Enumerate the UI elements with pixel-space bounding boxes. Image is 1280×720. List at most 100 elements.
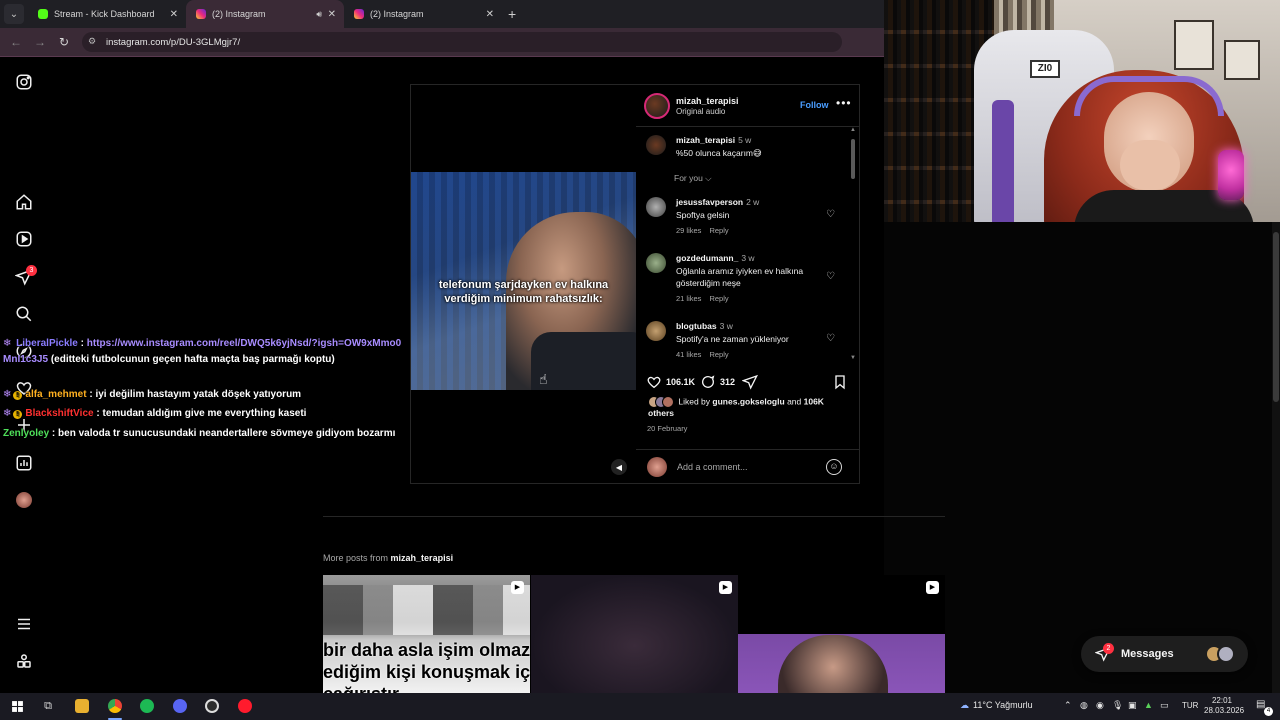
reel-video[interactable]: telefonum şarjdayken ev halkına verdiğim… xyxy=(411,85,636,483)
chrome-icon[interactable] xyxy=(107,698,123,714)
obs-icon[interactable] xyxy=(204,698,220,714)
comment-like-heart-icon[interactable]: ♡ xyxy=(826,333,835,344)
tray-app-icon[interactable]: ▲ xyxy=(1144,700,1153,710)
reply-button[interactable]: Reply xyxy=(709,226,728,235)
add-comment-input[interactable]: Add a comment... xyxy=(677,462,748,472)
speaker-icon[interactable]: 🔊︎ xyxy=(316,9,322,20)
comment-meta: 29 likes Reply xyxy=(676,226,737,235)
network-icon[interactable]: ▭ xyxy=(1160,700,1169,711)
comments-scrollbar[interactable]: ▲ ▼ xyxy=(849,127,857,363)
back-arrow-icon[interactable]: ← xyxy=(4,35,28,49)
input-language[interactable]: TUR xyxy=(1182,701,1198,710)
caption-age: 5 w xyxy=(738,135,752,145)
emoji-icon[interactable]: ☺ xyxy=(826,459,842,475)
also-from-meta-icon[interactable] xyxy=(14,651,34,671)
task-view-icon[interactable]: ⧉ xyxy=(40,698,56,714)
liked-by-text: Liked by gunes.gokseloglu and 106K other… xyxy=(648,396,848,419)
tab-close-icon[interactable]: ✕ xyxy=(170,9,178,20)
menu-icon[interactable] xyxy=(14,614,34,634)
comment-username[interactable]: gozdedumann_ 3 w xyxy=(676,253,755,263)
comment-likes[interactable]: 41 likes xyxy=(676,350,701,359)
tray-app-icon[interactable]: ◉ xyxy=(1096,700,1104,711)
dashboard-icon[interactable] xyxy=(14,453,34,473)
url-field[interactable]: ⚙ instagram.com/p/DU-3GLMgjr7/ xyxy=(82,32,842,52)
reels-icon[interactable] xyxy=(14,229,34,249)
tab-close-icon[interactable]: ✕ xyxy=(328,9,336,20)
microphone-tray-icon[interactable]: 🎙︎ xyxy=(1112,700,1123,711)
page-scrollbar-thumb[interactable] xyxy=(1273,232,1279,402)
profile-avatar[interactable] xyxy=(14,490,34,510)
comment-username[interactable]: blogtubas 3 w xyxy=(676,321,733,331)
discord-icon[interactable] xyxy=(172,698,188,714)
weather-widget[interactable]: ☁ 11°C Yağmurlu xyxy=(960,700,1033,711)
post-side-panel: mizah_terapisi Original audio Follow •••… xyxy=(636,85,859,483)
scroll-down-icon[interactable]: ▼ xyxy=(850,355,856,361)
tab-instagram[interactable]: (2) Instagram ✕ xyxy=(344,0,502,28)
browser-tab-bar: ⌄ Stream - Kick Dashboard ✕ (2) Instagra… xyxy=(0,0,884,28)
instagram-icon xyxy=(354,9,364,19)
commenter-avatar[interactable] xyxy=(646,321,666,341)
reload-icon[interactable]: ↻ xyxy=(52,35,76,49)
comment-likes[interactable]: 21 likes xyxy=(676,294,701,303)
messages-button[interactable]: 2 Messages xyxy=(1081,636,1248,672)
chat-text: temudan aldığım give me everything kaset… xyxy=(102,408,307,419)
site-info-icon[interactable]: ⚙ xyxy=(88,36,100,48)
tab-kick-dashboard[interactable]: Stream - Kick Dashboard ✕ xyxy=(28,0,186,28)
comment-button[interactable]: 312 xyxy=(700,374,735,390)
author-avatar[interactable] xyxy=(644,92,670,119)
page-scrollbar[interactable] xyxy=(1272,222,1280,693)
forward-arrow-icon[interactable]: → xyxy=(28,35,52,49)
comment-like-heart-icon[interactable]: ♡ xyxy=(826,209,835,220)
home-icon[interactable] xyxy=(14,192,34,212)
more-post-thumbnail[interactable]: ▶ xyxy=(531,575,738,693)
tray-app-icon[interactable]: ◍ xyxy=(1080,700,1088,711)
clock[interactable]: 22:01 28.03.2026 xyxy=(1204,696,1244,716)
commenter-avatar[interactable] xyxy=(646,253,666,273)
comment-username[interactable]: jesussfavperson 2 w xyxy=(676,197,759,207)
volume-icon[interactable]: ◀︎ xyxy=(611,459,627,475)
caption-username[interactable]: mizah_terapisi 5 w xyxy=(676,135,751,145)
chat-message: Zenlyoley : ben valoda tr sunucusundaki … xyxy=(3,426,403,442)
caption-username-text: mizah_terapisi xyxy=(676,135,736,145)
author-avatar[interactable] xyxy=(646,135,666,155)
comment-likes[interactable]: 29 likes xyxy=(676,226,701,235)
liked-by-user[interactable]: gunes.gokseloglu xyxy=(712,396,784,406)
scroll-up-icon[interactable]: ▲ xyxy=(850,127,856,133)
commenter-avatar[interactable] xyxy=(646,197,666,217)
more-options-icon[interactable]: ••• xyxy=(836,96,852,110)
file-explorer-icon[interactable] xyxy=(74,698,90,714)
comment-sort-dropdown[interactable]: For you ⌵ xyxy=(674,173,712,184)
more-post-thumbnail[interactable]: ▶ xyxy=(738,575,945,693)
search-icon[interactable] xyxy=(14,304,34,324)
share-button[interactable] xyxy=(742,374,762,390)
messages-badge: 2 xyxy=(1103,643,1114,654)
spotify-icon[interactable] xyxy=(139,698,155,714)
tab-close-icon[interactable]: ✕ xyxy=(486,9,494,20)
audio-label[interactable]: Original audio xyxy=(676,107,739,116)
save-button[interactable] xyxy=(832,374,852,390)
comment-username-text: blogtubas xyxy=(676,321,717,331)
tab-instagram-active[interactable]: (2) Instagram 🔊︎ ✕ xyxy=(186,0,344,28)
tray-chevron-icon[interactable]: ⌃ xyxy=(1064,700,1072,711)
streamer xyxy=(1034,70,1254,222)
comments-list[interactable]: mizah_terapisi 5 w %50 olunca kaçarım😅 Fo… xyxy=(636,127,859,363)
liked-by-avatars xyxy=(648,396,674,408)
reply-button[interactable]: Reply xyxy=(709,294,728,303)
like-button[interactable]: 106.1K xyxy=(646,374,695,390)
chat-username: alfa_mehmet xyxy=(25,389,87,400)
windows-taskbar: ⧉ ☁ 11°C Yağmurlu ⌃ ◍ ◉ 🎙︎ ▣ ▲ ▭ TUR 22:0… xyxy=(0,693,1280,720)
more-posts-username[interactable]: mizah_terapisi xyxy=(391,553,454,563)
more-post-thumbnail[interactable]: bir daha asla işim olmaz ediğim kişi kon… xyxy=(323,575,530,693)
opera-icon[interactable] xyxy=(237,698,253,714)
messages-label: Messages xyxy=(1121,648,1174,660)
tab-search-dropdown-icon[interactable]: ⌄ xyxy=(4,4,24,24)
new-tab-button[interactable]: + xyxy=(508,6,516,22)
instagram-logo-icon[interactable] xyxy=(14,72,34,92)
tray-app-icon[interactable]: ▣ xyxy=(1128,700,1137,711)
follow-button[interactable]: Follow xyxy=(800,100,829,110)
comments-scrollbar-thumb[interactable] xyxy=(851,139,855,179)
author-username[interactable]: mizah_terapisi xyxy=(676,96,739,106)
reply-button[interactable]: Reply xyxy=(709,350,728,359)
windows-start-icon[interactable] xyxy=(9,698,25,714)
comment-like-heart-icon[interactable]: ♡ xyxy=(826,271,835,282)
